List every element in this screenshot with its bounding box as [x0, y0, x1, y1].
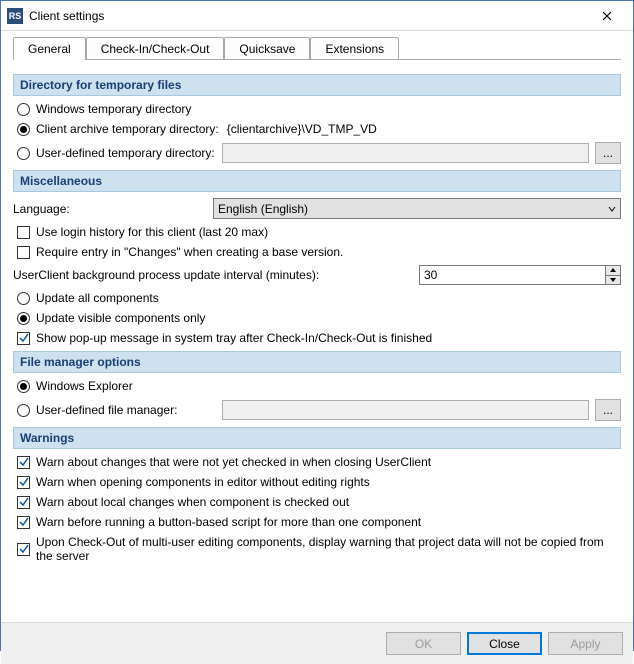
language-select[interactable]: English (English): [213, 198, 621, 219]
radio-user-temp[interactable]: [17, 147, 30, 160]
radio-update-visible-label: Update visible components only: [36, 311, 205, 325]
checkbox-require-changes-label: Require entry in "Changes" when creating…: [36, 245, 343, 259]
spinner-down-button[interactable]: [605, 276, 620, 285]
radio-update-all[interactable]: [17, 292, 30, 305]
language-select-value: English (English): [218, 202, 308, 216]
app-icon: RS: [7, 8, 23, 24]
radio-windows-temp-label: Windows temporary directory: [36, 102, 191, 116]
checkbox-warn-no-rights-label: Warn when opening components in editor w…: [36, 475, 370, 489]
bg-interval-spinner[interactable]: 30: [419, 265, 621, 285]
language-label: Language:: [13, 202, 213, 216]
window-close-button[interactable]: [587, 2, 627, 30]
ok-button[interactable]: OK: [386, 632, 461, 655]
titlebar: RS Client settings: [1, 1, 633, 31]
chevron-down-icon: [608, 202, 616, 216]
checkbox-warn-unchecked-label: Warn about changes that were not yet che…: [36, 455, 431, 469]
tab-label: Extensions: [325, 42, 384, 56]
ellipsis-icon: ...: [603, 146, 613, 160]
tab-extensions[interactable]: Extensions: [310, 37, 399, 60]
archive-temp-path: {clientarchive}\VD_TMP_VD: [227, 122, 377, 136]
checkbox-warn-multiuser-label: Upon Check-Out of multi-user editing com…: [36, 535, 621, 563]
checkbox-warn-local-changes[interactable]: [17, 496, 30, 509]
apply-button[interactable]: Apply: [548, 632, 623, 655]
section-header-file-mgr: File manager options: [13, 351, 621, 373]
section-header-misc: Miscellaneous: [13, 170, 621, 192]
spinner-up-button[interactable]: [605, 266, 620, 276]
section-header-warnings: Warnings: [13, 427, 621, 449]
user-temp-path-input[interactable]: [222, 143, 589, 163]
dialog-footer: OK Close Apply: [1, 622, 633, 664]
tab-label: Check-In/Check-Out: [101, 42, 210, 56]
browse-user-file-mgr-button[interactable]: ...: [595, 399, 621, 421]
section-header-temp-dir: Directory for temporary files: [13, 74, 621, 96]
radio-user-temp-label: User-defined temporary directory:: [36, 146, 222, 160]
radio-user-file-mgr-label: User-defined file manager:: [36, 403, 222, 417]
checkbox-require-changes[interactable]: [17, 246, 30, 259]
triangle-up-icon: [610, 268, 616, 272]
tab-label: Quicksave: [239, 42, 295, 56]
checkbox-warn-no-rights[interactable]: [17, 476, 30, 489]
tab-general[interactable]: General: [13, 37, 86, 60]
browse-user-temp-button[interactable]: ...: [595, 142, 621, 164]
radio-windows-explorer[interactable]: [17, 380, 30, 393]
radio-update-all-label: Update all components: [36, 291, 159, 305]
radio-archive-temp-label: Client archive temporary directory:: [36, 122, 219, 136]
checkbox-warn-multiuser[interactable]: [17, 543, 30, 556]
close-button[interactable]: Close: [467, 632, 542, 655]
radio-windows-temp[interactable]: [17, 103, 30, 116]
button-label: OK: [415, 637, 432, 651]
tab-checkin-checkout[interactable]: Check-In/Check-Out: [86, 37, 225, 60]
close-icon: [602, 11, 612, 21]
checkbox-popup-label: Show pop-up message in system tray after…: [36, 331, 432, 345]
radio-user-file-mgr[interactable]: [17, 404, 30, 417]
bg-interval-value: 30: [424, 268, 437, 282]
radio-windows-explorer-label: Windows Explorer: [36, 379, 133, 393]
triangle-down-icon: [610, 278, 616, 282]
checkbox-warn-script[interactable]: [17, 516, 30, 529]
ellipsis-icon: ...: [603, 403, 613, 417]
window-title: Client settings: [29, 9, 587, 23]
button-label: Close: [489, 637, 520, 651]
tab-quicksave[interactable]: Quicksave: [224, 37, 310, 60]
tab-panel-general: Directory for temporary files Windows te…: [1, 60, 633, 622]
bg-interval-label: UserClient background process update int…: [13, 268, 419, 282]
checkbox-warn-unchecked[interactable]: [17, 456, 30, 469]
radio-update-visible[interactable]: [17, 312, 30, 325]
checkbox-warn-script-label: Warn before running a button-based scrip…: [36, 515, 421, 529]
checkbox-login-history[interactable]: [17, 226, 30, 239]
radio-archive-temp[interactable]: [17, 123, 30, 136]
tab-label: General: [28, 42, 71, 56]
checkbox-warn-local-changes-label: Warn about local changes when component …: [36, 495, 349, 509]
checkbox-popup[interactable]: [17, 332, 30, 345]
user-file-mgr-input[interactable]: [222, 400, 589, 420]
checkbox-login-history-label: Use login history for this client (last …: [36, 225, 268, 239]
tabstrip: General Check-In/Check-Out Quicksave Ext…: [1, 31, 633, 60]
button-label: Apply: [570, 637, 600, 651]
